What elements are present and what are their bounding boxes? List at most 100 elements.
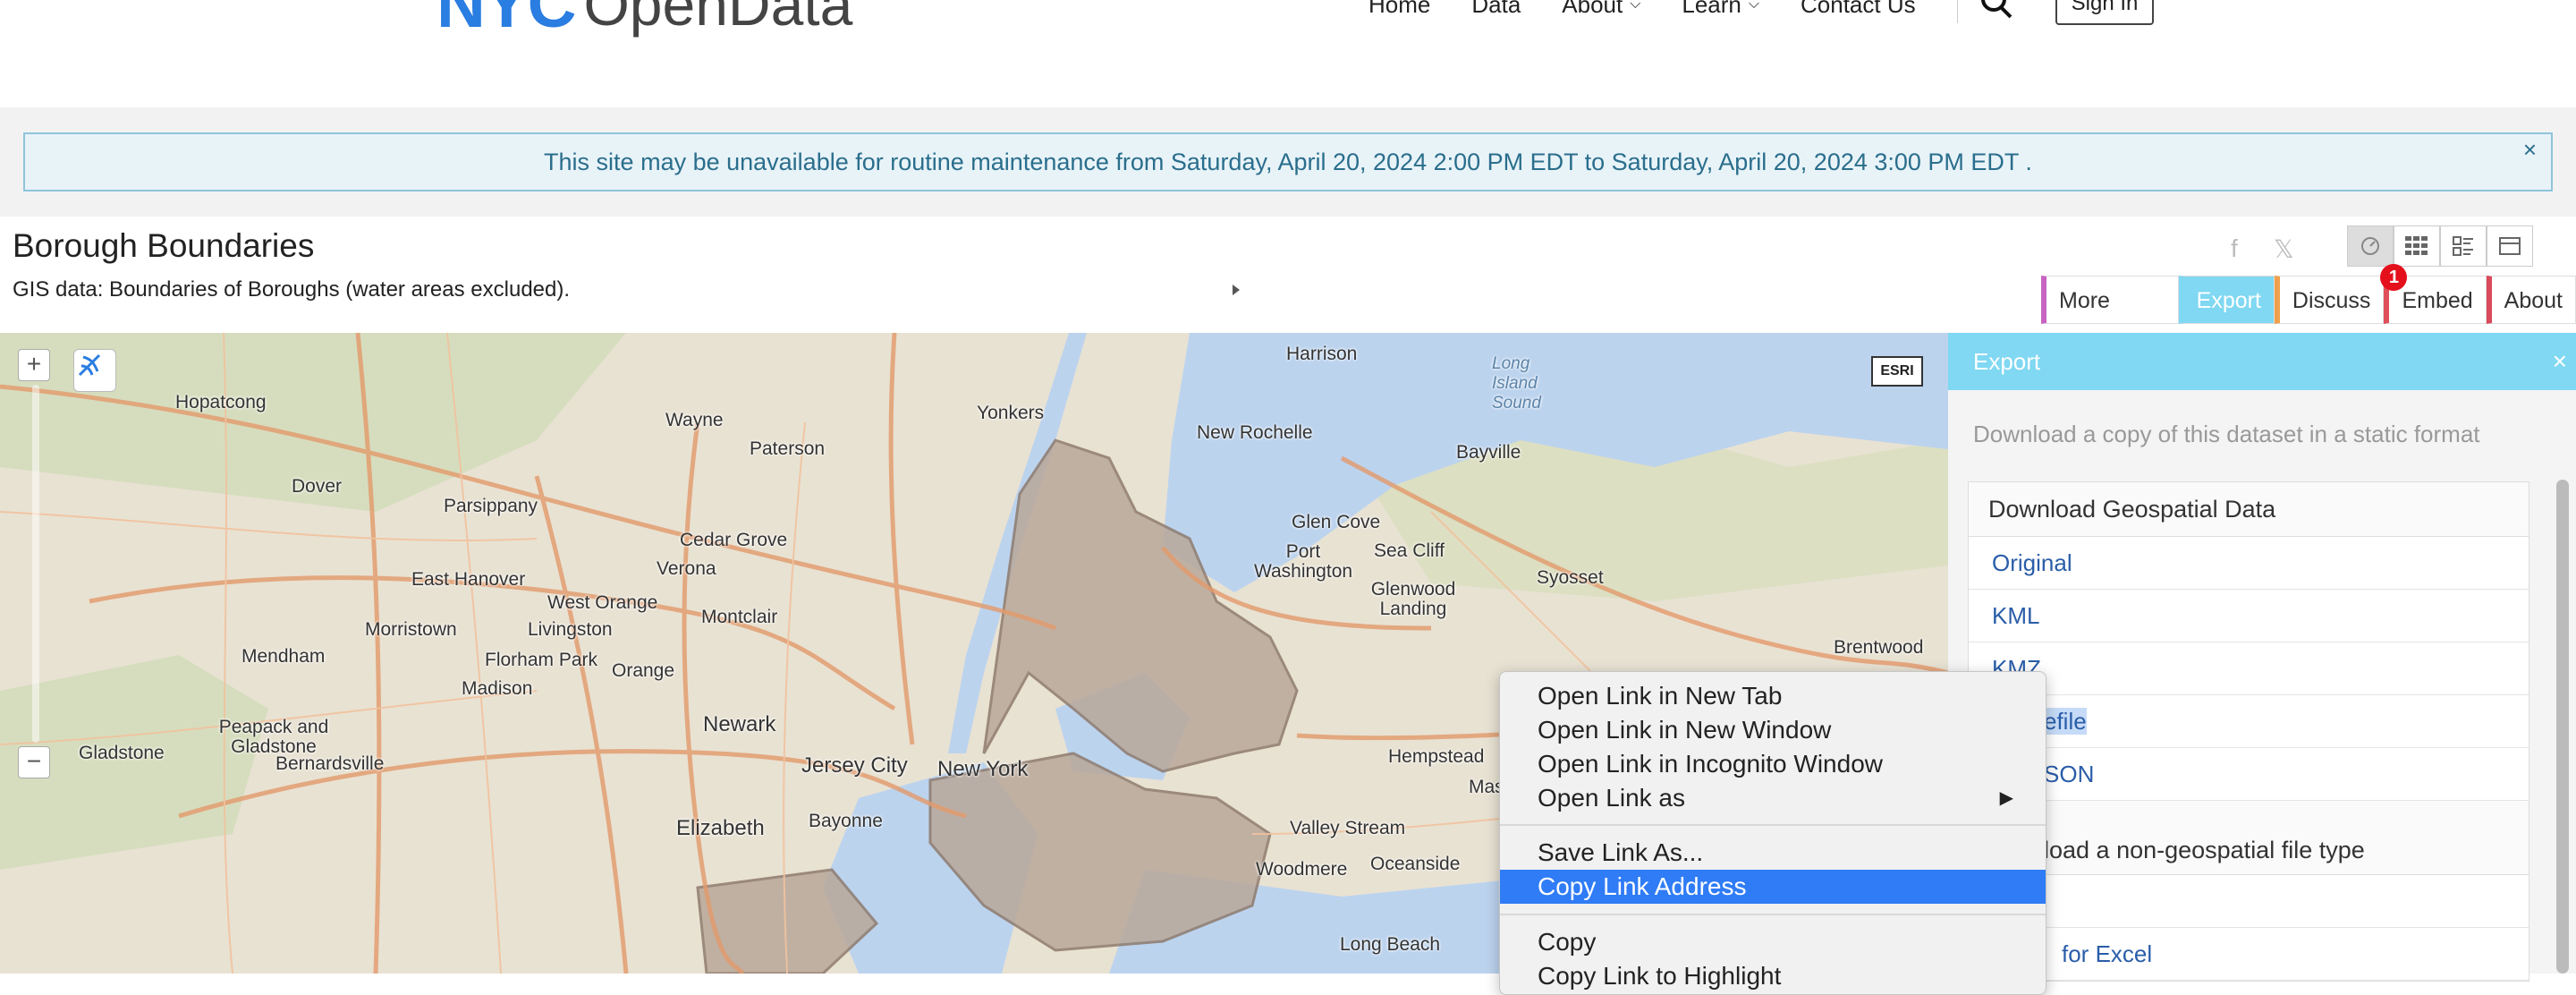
gauge-view-icon[interactable] — [2347, 225, 2394, 267]
map-label: East Hanover — [411, 569, 526, 590]
download-kml-link[interactable]: KML — [1969, 590, 2529, 642]
download-original-link[interactable]: Original — [1969, 537, 2529, 590]
sign-in-button[interactable]: Sign In — [2055, 0, 2154, 25]
map-label: Valley Stream — [1290, 818, 1406, 838]
map-label: Morristown — [365, 619, 457, 640]
nyc-opendata-logo[interactable]: NYC OpenData — [436, 0, 853, 38]
close-icon[interactable]: × — [2523, 138, 2537, 161]
card-view-icon[interactable] — [2487, 225, 2533, 267]
nav-learn-label: Learn — [1682, 0, 1741, 18]
download-shapefile-link[interactable]: efile — [1969, 695, 2529, 748]
map-label: Verona — [657, 558, 716, 579]
tab-export[interactable]: Export — [2178, 276, 2275, 324]
map-label: Cedar Grove — [680, 530, 788, 550]
zoom-in-button[interactable]: + — [18, 349, 50, 381]
tab-embed-label: Embed — [2402, 288, 2473, 313]
nav-divider — [1956, 0, 1958, 23]
tab-about[interactable]: About — [2486, 276, 2576, 324]
map-label: Glenwood Landing — [1370, 579, 1456, 619]
download-kmz-link[interactable]: KMZ — [1969, 642, 2529, 695]
map-label: Elizabeth — [676, 816, 765, 840]
alert-text: This site may be unavailable for routine… — [544, 149, 2032, 175]
nav-data[interactable]: Data — [1471, 0, 1521, 19]
menu-item-copy-link-address[interactable]: Copy Link Address — [1500, 870, 2046, 904]
map-label: New York — [937, 757, 1029, 781]
tab-embed[interactable]: 1 Embed — [2380, 264, 2487, 324]
map-label: New Rochelle — [1197, 422, 1313, 443]
map-label: Brentwood — [1834, 637, 1924, 658]
context-menu: Open Link in New Tab Open Link in New Wi… — [1499, 671, 2046, 995]
map-label: Hempstead — [1388, 746, 1485, 767]
menu-item-copy-link-highlight[interactable]: Copy Link to Highlight — [1500, 959, 2046, 993]
download-geojson-link[interactable]: SON — [1969, 748, 2529, 801]
notification-badge: 1 — [2380, 264, 2408, 291]
nav-contact-label: Contact Us — [1801, 0, 1916, 18]
map-label: Bayville — [1456, 442, 1521, 463]
download-csv-link[interactable] — [1969, 875, 2529, 928]
facebook-icon[interactable]: f — [2231, 234, 2238, 263]
map-label: Oceanside — [1370, 854, 1461, 874]
map-label: Bayonne — [809, 811, 883, 831]
export-panel-title: Export — [1973, 348, 2041, 375]
list-view-icon[interactable] — [2440, 225, 2487, 267]
grid-view-icon[interactable] — [2394, 225, 2440, 267]
map-label: Long Island Sound — [1492, 354, 1541, 412]
map-label: Jersey City — [801, 753, 908, 778]
maintenance-alert: This site may be unavailable for routine… — [23, 132, 2553, 191]
chevron-down-icon: ⌵ — [1748, 0, 1760, 12]
esri-logo: ESRI — [1871, 356, 1923, 387]
map-label: Hopatcong — [175, 392, 267, 412]
shapefile-label: efile — [2044, 708, 2087, 735]
menu-item-open-new-tab[interactable]: Open Link in New Tab — [1500, 679, 2046, 713]
menu-item-open-incognito[interactable]: Open Link in Incognito Window — [1500, 747, 2046, 781]
close-icon[interactable]: × — [2553, 333, 2567, 390]
search-icon[interactable] — [1980, 0, 2006, 12]
page-title: Borough Boundaries — [13, 227, 315, 264]
map-label: Sea Cliff — [1374, 540, 1445, 561]
map-label: Madison — [462, 678, 533, 699]
map-label: Dover — [292, 476, 343, 497]
dataset-tabs: More Views Export Discuss 1 Embed About — [2041, 264, 2576, 361]
map-label: Paterson — [750, 438, 826, 459]
zoom-out-button[interactable]: − — [18, 746, 50, 778]
map-label: Montclair — [701, 607, 778, 627]
map-label: Woodmere — [1256, 859, 1348, 880]
map-label: Parsippany — [444, 496, 538, 516]
map-label: Glen Cove — [1292, 512, 1381, 532]
map-tool-icon[interactable] — [73, 349, 116, 392]
map-label: Yonkers — [977, 403, 1045, 423]
expand-triangle-icon[interactable] — [1233, 285, 1240, 295]
map-label: Wayne — [665, 410, 724, 430]
tab-discuss[interactable]: Discuss — [2274, 276, 2385, 324]
export-description: Download a copy of this dataset in a sta… — [1973, 421, 2480, 447]
nav-home-label: Home — [1368, 0, 1431, 18]
map-label: Peapack and Gladstone — [218, 717, 329, 757]
nav-contact[interactable]: Contact Us — [1801, 0, 1916, 19]
nav-learn[interactable]: Learn ⌵ — [1682, 0, 1759, 19]
tab-more-views[interactable]: More Views — [2041, 276, 2179, 361]
panel-scrollbar[interactable] — [2556, 480, 2569, 974]
map-label: Gladstone — [79, 743, 165, 763]
nav-about[interactable]: About ⌵ — [1562, 0, 1640, 19]
menu-item-open-link-as[interactable]: Open Link as ▶ — [1500, 781, 2046, 815]
nav-data-label: Data — [1471, 0, 1521, 18]
menu-item-open-link-as-label: Open Link as — [1538, 784, 1685, 812]
nav-home[interactable]: Home — [1368, 0, 1430, 19]
map-label: Harrison — [1286, 344, 1358, 364]
map-label: Long Beach — [1340, 934, 1441, 955]
zoom-slider[interactable] — [32, 385, 39, 743]
menu-item-save-link-as[interactable]: Save Link As... — [1500, 836, 2046, 870]
menu-item-copy[interactable]: Copy — [1500, 925, 2046, 959]
non-geospatial-header: load a non-geospatial file type — [1969, 801, 2529, 875]
dataset-description: GIS data: Boundaries of Boroughs (water … — [13, 277, 571, 302]
logo-opendata: OpenData — [583, 0, 853, 38]
site-header: NYC OpenData Home Data About ⌵ Learn ⌵ Con… — [0, 0, 2576, 107]
chevron-down-icon: ⌵ — [1630, 0, 1641, 12]
view-switcher — [2347, 225, 2533, 267]
menu-separator — [1500, 824, 2046, 826]
download-excel-link[interactable]: for Excel — [1969, 928, 2529, 981]
menu-item-open-new-window[interactable]: Open Link in New Window — [1500, 713, 2046, 747]
x-twitter-icon[interactable]: 𝕏 — [2274, 234, 2294, 264]
map-label: Florham Park — [485, 650, 598, 670]
geospatial-header: Download Geospatial Data — [1969, 482, 2529, 537]
